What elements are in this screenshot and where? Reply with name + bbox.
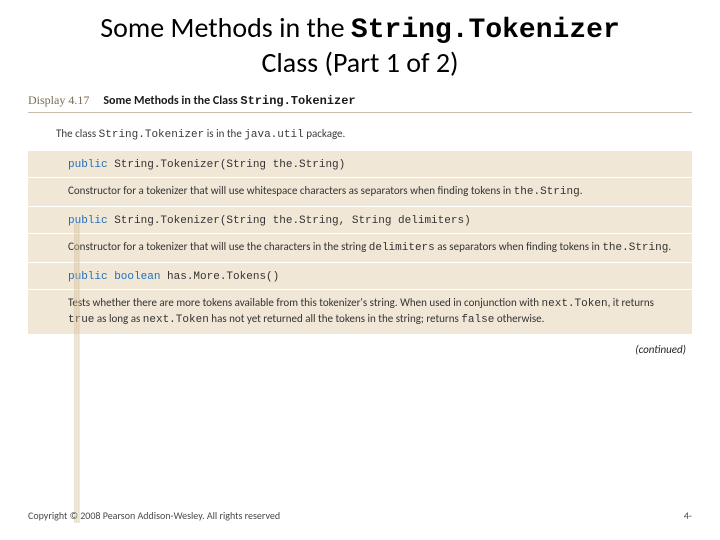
display-header: Display 4.17 Some Methods in the Class S…	[28, 93, 692, 113]
signature-row: public boolean has.More.Tokens()	[28, 263, 692, 290]
title-pre: Some Methods in the	[100, 10, 351, 45]
page-number: 4-	[684, 509, 692, 522]
continued-label: (continued)	[28, 335, 692, 356]
signature-row: public String.Tokenizer(String the.Strin…	[28, 207, 692, 234]
intro-text: The class String.Tokenizer is in the jav…	[28, 127, 692, 151]
title-mono: String.Tokenizer	[351, 15, 620, 46]
slide-title: Some Methods in the String.Tokenizer Cla…	[28, 12, 692, 79]
slide: Some Methods in the String.Tokenizer Cla…	[0, 0, 720, 540]
signature: public String.Tokenizer(String the.Strin…	[68, 159, 345, 171]
signature: public boolean has.More.Tokens()	[68, 271, 279, 283]
signature: public String.Tokenizer(String the.Strin…	[68, 215, 471, 227]
title-post: Class (Part 1 of 2)	[261, 45, 458, 80]
description-row: Constructor for a tokenizer that will us…	[28, 178, 692, 207]
footer: Copyright © 2008 Pearson Addison-Wesley.…	[28, 509, 692, 522]
section: The class String.Tokenizer is in the jav…	[28, 127, 692, 355]
display-heading: Some Methods in the Class String.Tokeniz…	[103, 94, 355, 108]
description-row: Tests whether there are more tokens avai…	[28, 290, 692, 335]
description-row: Constructor for a tokenizer that will us…	[28, 234, 692, 263]
copyright-text: Copyright © 2008 Pearson Addison-Wesley.…	[28, 509, 280, 522]
side-stripe	[74, 223, 80, 523]
display-label: Display 4.17	[28, 93, 89, 108]
display-heading-mono: String.Tokenizer	[240, 94, 355, 108]
display-block: Display 4.17 Some Methods in the Class S…	[28, 93, 692, 355]
display-heading-pre: Some Methods in the Class	[103, 94, 240, 108]
signature-row: public String.Tokenizer(String the.Strin…	[28, 151, 692, 178]
